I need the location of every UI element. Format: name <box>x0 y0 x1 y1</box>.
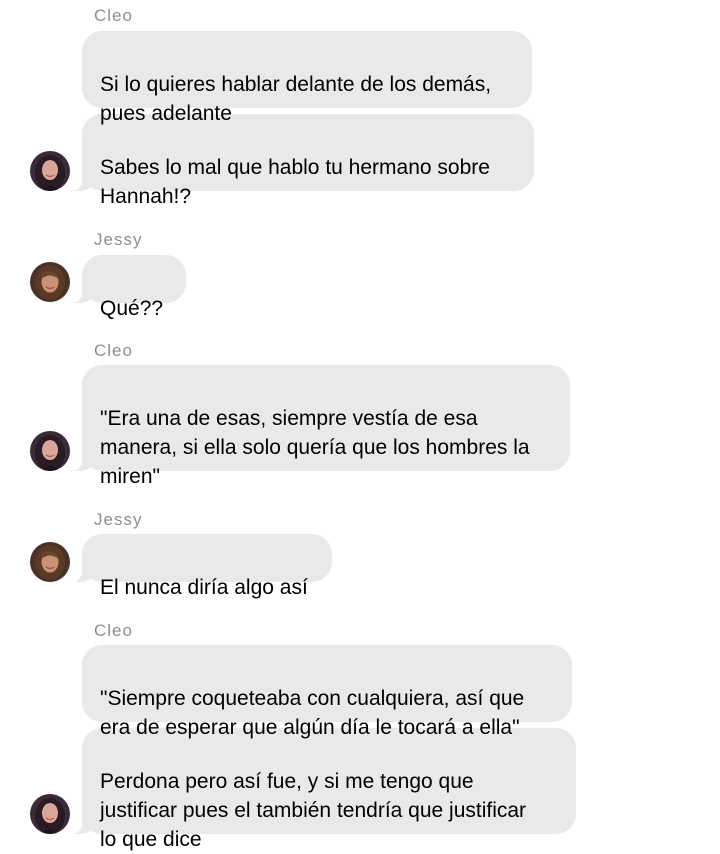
message-text: "Siempre coqueteaba con cualquiera, así … <box>100 687 525 739</box>
cleo-avatar-icon[interactable] <box>30 794 70 834</box>
sender-label-jessy: Jessy <box>94 230 143 249</box>
jessy-avatar-icon[interactable] <box>30 262 70 302</box>
message-bubble[interactable]: "Era una de esas, siempre vestía de esa … <box>70 365 570 488</box>
message-text: El nunca diría algo así <box>100 576 308 599</box>
message-text: Perdona pero así fue, y si me tengo que … <box>100 770 527 851</box>
message-text: Qué?? <box>100 297 164 320</box>
sender-label-jessy: Jessy <box>94 510 143 529</box>
message-bubble[interactable]: Qué?? <box>70 255 186 320</box>
message-bubble[interactable]: Sabes lo mal que hablo tu hermano sobre … <box>70 114 534 208</box>
message-bubble[interactable]: Perdona pero así fue, y si me tengo que … <box>70 728 576 851</box>
sender-label-cleo: Cleo <box>94 341 133 360</box>
cleo-avatar-icon[interactable] <box>30 431 70 471</box>
sender-label-cleo: Cleo <box>94 621 133 640</box>
message-bubble[interactable]: "Siempre coqueteaba con cualquiera, así … <box>82 645 572 739</box>
message-bubble[interactable]: El nunca diría algo así <box>70 534 332 599</box>
jessy-avatar-icon[interactable] <box>30 542 70 582</box>
sender-label-cleo: Cleo <box>94 6 133 25</box>
cleo-avatar-icon[interactable] <box>30 151 70 191</box>
message-text: Sabes lo mal que hablo tu hermano sobre … <box>100 156 490 208</box>
message-text: "Era una de esas, siempre vestía de esa … <box>100 407 530 488</box>
message-bubble[interactable]: Si lo quieres hablar delante de los demá… <box>82 31 532 125</box>
